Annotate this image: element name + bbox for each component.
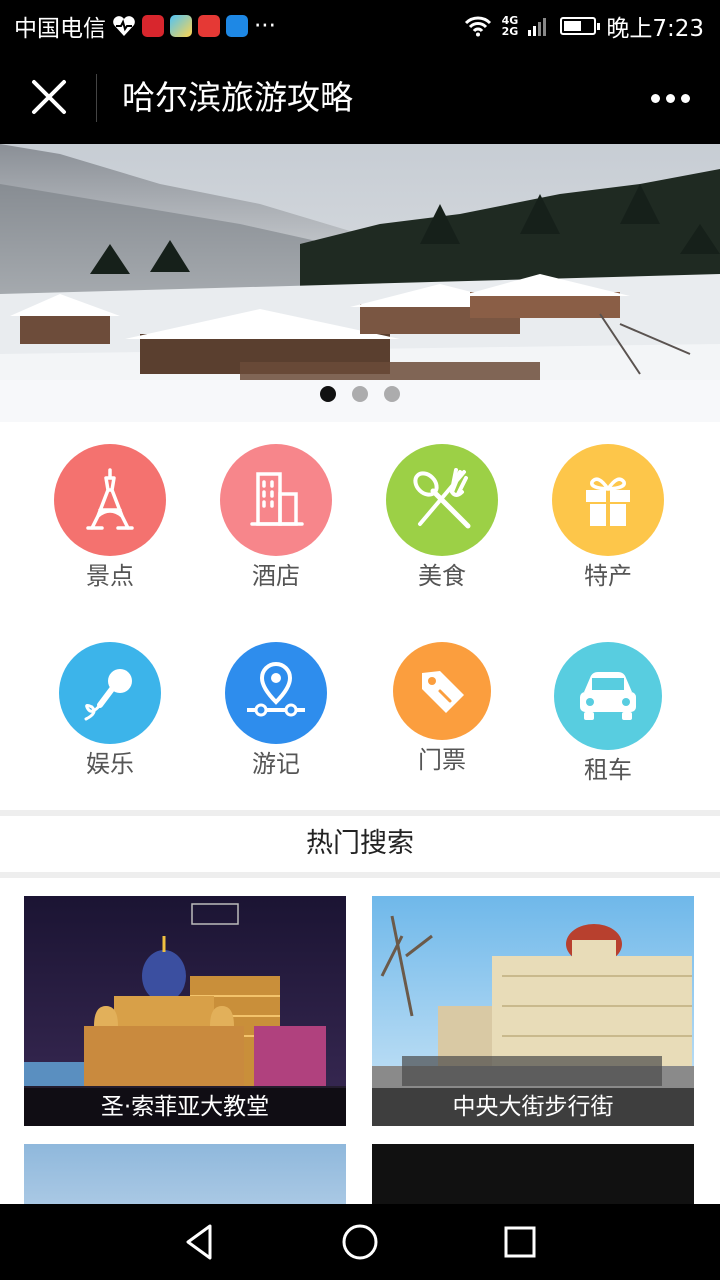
category-label: 美食	[418, 562, 466, 590]
category-icon-circle	[59, 642, 161, 744]
category-icon-circle	[54, 444, 166, 556]
tower-icon	[86, 468, 134, 530]
wifi-icon	[464, 16, 491, 37]
more-notifications-icon: ···	[254, 13, 276, 39]
location-route-icon	[247, 661, 305, 717]
system-nav-bar	[0, 1204, 720, 1280]
news-app-icon	[142, 15, 164, 37]
building-icon	[250, 472, 304, 526]
more-dot-icon	[680, 93, 690, 103]
category-grid: 景点 酒店 美食 特产 娱乐 游记 门票 租车	[0, 422, 720, 810]
category-icon-circle	[552, 444, 664, 556]
category-food[interactable]: 美食	[359, 444, 525, 590]
snow-village-image	[0, 144, 720, 422]
more-dot-icon	[650, 93, 660, 103]
category-entertainment[interactable]: 娱乐	[27, 642, 193, 778]
hot-card-cathedral[interactable]: 圣·索菲亚大教堂	[24, 896, 346, 1126]
banner-carousel[interactable]	[0, 144, 720, 422]
category-label: 门票	[418, 746, 466, 774]
status-bar: 中国电信 ··· 4G 2G 晚上7:23	[0, 0, 720, 52]
carousel-indicators	[0, 386, 720, 402]
nav-bar: 哈尔滨旅游攻略	[0, 52, 720, 144]
clock: 晚上7:23	[606, 16, 704, 42]
hot-card-central-street[interactable]: 中央大街步行街	[372, 896, 694, 1126]
hot-search-title: 热门搜索	[306, 828, 414, 859]
hot-card-partial-left[interactable]	[24, 1144, 346, 1204]
more-options-button[interactable]	[642, 74, 698, 122]
car-icon	[580, 672, 636, 720]
category-travelogue[interactable]: 游记	[193, 642, 359, 778]
recents-icon[interactable]	[500, 1222, 540, 1262]
category-label: 酒店	[252, 562, 300, 590]
status-left: 中国电信 ···	[14, 10, 276, 42]
category-label: 游记	[252, 750, 300, 778]
microphone-icon	[84, 669, 132, 721]
sky-image	[24, 1144, 346, 1204]
section-divider	[0, 872, 720, 878]
category-icon-circle	[220, 444, 332, 556]
status-right: 4G 2G 晚上7:23	[464, 10, 704, 42]
gift-icon	[586, 477, 630, 526]
heartbeat-icon	[113, 16, 135, 36]
carousel-dot[interactable]	[352, 386, 368, 402]
carrier-label: 中国电信	[14, 16, 106, 42]
card-caption: 中央大街步行街	[372, 1088, 694, 1126]
news-feed-app-icon	[198, 15, 220, 37]
category-tickets[interactable]: 门票	[359, 642, 525, 774]
category-hotel[interactable]: 酒店	[193, 444, 359, 590]
page-title: 哈尔滨旅游攻略	[122, 78, 353, 117]
ticket-tag-icon	[422, 671, 464, 713]
category-label: 娱乐	[86, 750, 134, 778]
category-car-rental[interactable]: 租车	[525, 642, 691, 784]
dark-image	[372, 1144, 694, 1204]
back-icon[interactable]	[180, 1222, 220, 1262]
signal-icon	[528, 18, 547, 36]
hot-card-partial-right[interactable]	[372, 1144, 694, 1204]
fork-spoon-icon	[413, 468, 471, 529]
network-bottom-label: 2G	[501, 25, 519, 38]
category-label: 景点	[86, 562, 134, 590]
category-scenic[interactable]: 景点	[27, 444, 193, 590]
map-app-icon	[226, 15, 248, 37]
category-icon-circle	[386, 444, 498, 556]
carousel-dot[interactable]	[320, 386, 336, 402]
category-label: 租车	[584, 756, 632, 784]
category-icon-circle	[225, 642, 327, 744]
battery-fill	[564, 21, 582, 31]
nav-divider	[96, 74, 97, 122]
carousel-dot[interactable]	[384, 386, 400, 402]
video-app-icon	[170, 15, 192, 37]
more-dot-icon	[665, 93, 675, 103]
battery-icon	[560, 17, 601, 35]
home-icon[interactable]	[340, 1222, 380, 1262]
close-icon	[32, 80, 66, 114]
category-specialty[interactable]: 特产	[525, 444, 691, 590]
card-caption: 圣·索菲亚大教堂	[24, 1088, 346, 1126]
category-label: 特产	[584, 562, 632, 590]
close-button[interactable]	[22, 70, 76, 124]
network-type: 4G 2G	[502, 15, 519, 37]
category-icon-circle	[393, 642, 491, 740]
category-icon-circle	[554, 642, 662, 750]
